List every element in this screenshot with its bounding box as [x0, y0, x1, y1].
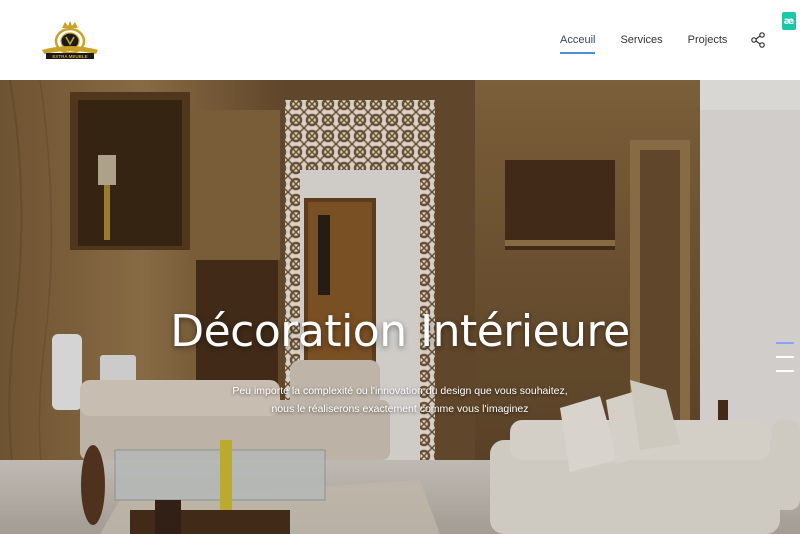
logo[interactable]: EXTRA MEUBLE: [40, 20, 100, 60]
hero-title: Décoration Intérieure: [170, 306, 630, 357]
share-icon[interactable]: [750, 32, 766, 48]
slider-dot-1[interactable]: [776, 342, 794, 344]
slider-pagination: [776, 342, 794, 384]
main-nav: Acceuil Services Projects: [560, 0, 766, 80]
extension-badge[interactable]: æ: [782, 12, 796, 30]
crown-icon: [62, 21, 78, 28]
logo-text: EXTRA MEUBLE: [52, 54, 87, 59]
nav-item-acceuil[interactable]: Acceuil: [560, 28, 596, 54]
nav-item-projects[interactable]: Projects: [688, 28, 728, 52]
slider-dot-2[interactable]: [776, 356, 794, 358]
hero-section: Décoration Intérieure Peu importe la com…: [0, 80, 800, 534]
nav-item-services[interactable]: Services: [620, 28, 662, 52]
hero-subtitle: Peu importe la complexité ou l'innovatio…: [232, 385, 568, 415]
site-header: EXTRA MEUBLE Acceuil Services Projects æ: [0, 0, 800, 80]
slider-dot-3[interactable]: [776, 370, 794, 372]
